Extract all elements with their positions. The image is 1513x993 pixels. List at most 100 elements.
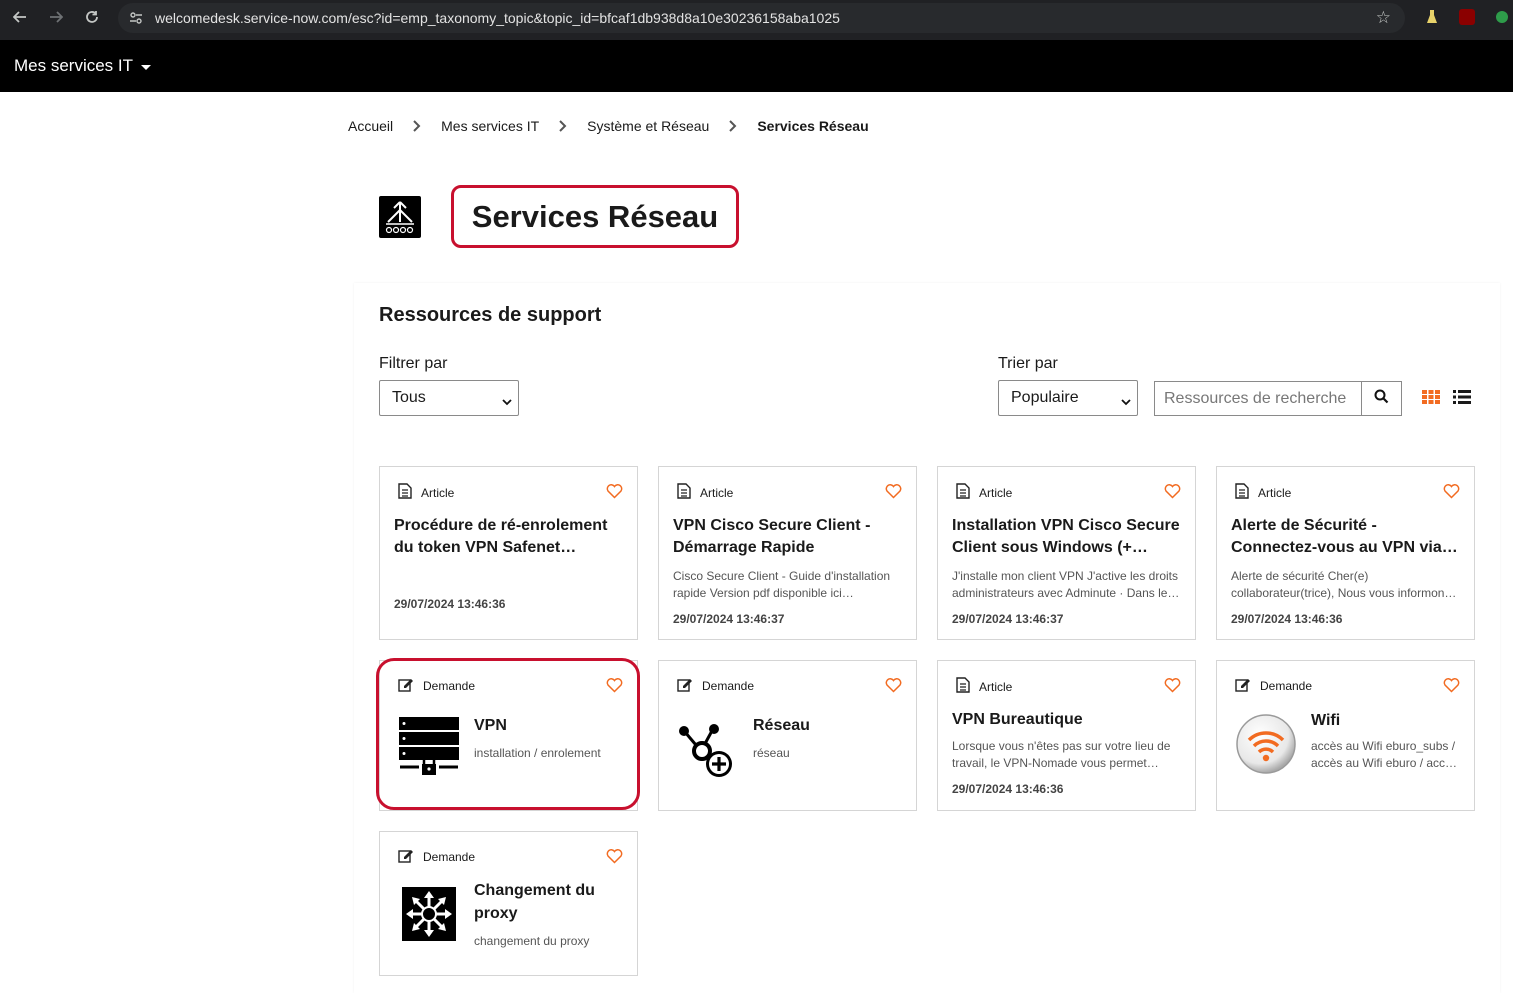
card-title[interactable]: Changement du proxy — [474, 879, 624, 925]
card-description: installation / enrolement — [474, 746, 601, 760]
resource-card[interactable]: Article VPN Cisco Secure Client - Démarr… — [658, 466, 917, 640]
favorite-heart-icon[interactable] — [1443, 483, 1460, 499]
extension-leaf-icon[interactable] — [1494, 9, 1510, 25]
chevron-down-icon — [1121, 394, 1131, 406]
chevron-right-icon — [726, 119, 740, 133]
card-description: réseau — [753, 746, 790, 760]
services-menu[interactable]: Mes services IT — [14, 56, 152, 76]
chevron-down-icon — [502, 394, 512, 406]
card-type-label: Demande — [423, 850, 476, 864]
card-type-label: Article — [979, 679, 1013, 694]
edit-request-icon — [677, 677, 702, 695]
proxy-switch-icon — [401, 886, 457, 947]
card-type-label: Article — [1258, 485, 1292, 500]
filter-select-value: Tous — [392, 389, 426, 406]
breadcrumb: Accueil Mes services IT Système et Résea… — [348, 118, 869, 134]
card-type-label: Article — [421, 485, 455, 500]
card-title[interactable]: Procédure de ré-enrolement du token VPN … — [394, 515, 626, 559]
sort-select[interactable]: Populaire — [998, 380, 1138, 416]
card-type-label: Demande — [423, 679, 476, 693]
favorite-heart-icon[interactable] — [885, 483, 902, 499]
article-icon — [398, 483, 421, 502]
extension-ublock-icon[interactable] — [1459, 9, 1475, 25]
resource-card[interactable]: Article Procédure de ré-enrolement du to… — [379, 466, 638, 640]
address-bar[interactable]: welcomedesk.service-now.com/esc?id=emp_t… — [118, 3, 1405, 33]
caret-down-icon — [141, 65, 152, 70]
favorite-heart-icon[interactable] — [606, 848, 623, 864]
bookmark-star-icon[interactable]: ☆ — [1376, 8, 1391, 28]
card-type: Demande — [1235, 677, 1312, 695]
favorite-heart-icon[interactable] — [1164, 483, 1181, 499]
favorite-heart-icon[interactable] — [606, 483, 623, 499]
card-description: accès au Wifi eburo_subs / accès au Wifi… — [1311, 739, 1458, 770]
card-date: 29/07/2024 13:46:37 — [673, 612, 785, 626]
resource-card[interactable]: Demande Changement du proxy changement d… — [379, 831, 638, 976]
card-title[interactable]: VPN Bureautique — [952, 709, 1184, 731]
card-type-label: Demande — [702, 679, 755, 693]
site-info-icon[interactable] — [128, 10, 144, 26]
card-date: 29/07/2024 13:46:36 — [952, 782, 1064, 796]
card-date: 29/07/2024 13:46:37 — [952, 612, 1064, 626]
card-description: J'installe mon client VPN J'active les d… — [952, 569, 1180, 600]
back-icon[interactable] — [8, 5, 32, 29]
breadcrumb-mes-services-it[interactable]: Mes services IT — [441, 118, 539, 134]
card-description: Cisco Secure Client - Guide d'installati… — [673, 569, 891, 600]
card-title[interactable]: Alerte de Sécurité - Connectez-vous au V… — [1231, 515, 1463, 559]
chevron-right-icon — [556, 119, 570, 133]
breadcrumb-accueil[interactable]: Accueil — [348, 118, 393, 134]
resource-card[interactable]: Article VPN Bureautique Lorsque vous n'ê… — [937, 660, 1196, 811]
sort-select-value: Populaire — [1011, 389, 1079, 406]
resources-heading: Ressources de support — [379, 304, 602, 326]
page-title-highlight: Services Réseau — [451, 185, 739, 248]
breadcrumb-current: Services Réseau — [757, 118, 869, 134]
services-menu-label: Mes services IT — [14, 56, 134, 75]
resource-card[interactable]: Article Alerte de Sécurité - Connectez-v… — [1216, 466, 1475, 640]
forward-icon[interactable] — [44, 5, 68, 29]
list-view-icon[interactable] — [1453, 388, 1471, 406]
edit-request-icon — [398, 848, 423, 866]
grid-view-icon[interactable] — [1422, 388, 1440, 406]
card-title[interactable]: VPN — [474, 714, 624, 737]
card-title[interactable]: VPN Cisco Secure Client - Démarrage Rapi… — [673, 515, 905, 559]
card-date: 29/07/2024 13:46:36 — [1231, 612, 1343, 626]
favorite-heart-icon[interactable] — [1443, 677, 1460, 693]
search-button[interactable] — [1361, 381, 1402, 416]
resource-card[interactable]: Article Installation VPN Cisco Secure Cl… — [937, 466, 1196, 640]
article-icon — [956, 483, 979, 502]
resource-card[interactable]: Demande Wifi accès au Wifi eburo_subs / … — [1216, 660, 1475, 811]
search-icon — [1374, 389, 1389, 409]
card-title[interactable]: Installation VPN Cisco Secure Client sou… — [952, 515, 1184, 559]
card-type: Article — [677, 483, 733, 502]
favorite-heart-icon[interactable] — [606, 677, 623, 693]
browser-toolbar: welcomedesk.service-now.com/esc?id=emp_t… — [0, 0, 1513, 40]
card-type: Article — [956, 483, 1012, 502]
article-icon — [956, 677, 979, 696]
resource-card[interactable]: Demande VPN installation / enrolement — [379, 660, 638, 811]
filter-select[interactable]: Tous — [379, 380, 519, 416]
card-type-label: Demande — [1260, 679, 1313, 693]
favorite-heart-icon[interactable] — [1164, 677, 1181, 693]
extension-flask-icon[interactable] — [1424, 9, 1440, 25]
card-title[interactable]: Réseau — [753, 714, 903, 737]
search-placeholder: Ressources de recherche — [1164, 389, 1347, 407]
favorite-heart-icon[interactable] — [885, 677, 902, 693]
sort-label: Trier par — [998, 355, 1058, 372]
network-add-icon — [677, 723, 739, 784]
card-title[interactable]: Wifi — [1311, 709, 1461, 732]
resource-search-input[interactable]: Ressources de recherche — [1154, 381, 1362, 416]
page-title: Services Réseau — [471, 198, 719, 234]
card-type-label: Article — [700, 485, 734, 500]
portal-header: Mes services IT — [0, 40, 1513, 92]
card-type: Article — [956, 677, 1012, 696]
card-type: Demande — [677, 677, 754, 695]
reload-icon[interactable] — [80, 5, 104, 29]
card-description: Lorsque vous n'êtes pas sur votre lieu d… — [952, 739, 1171, 770]
url-text: welcomedesk.service-now.com/esc?id=emp_t… — [155, 10, 840, 26]
card-date: 29/07/2024 13:46:36 — [394, 597, 506, 611]
article-icon — [1235, 483, 1258, 502]
card-type: Article — [1235, 483, 1291, 502]
filter-label: Filtrer par — [379, 355, 448, 372]
breadcrumb-systeme-reseau[interactable]: Système et Réseau — [587, 118, 709, 134]
server-lock-icon — [398, 715, 460, 780]
resource-card[interactable]: Demande Réseau réseau — [658, 660, 917, 811]
